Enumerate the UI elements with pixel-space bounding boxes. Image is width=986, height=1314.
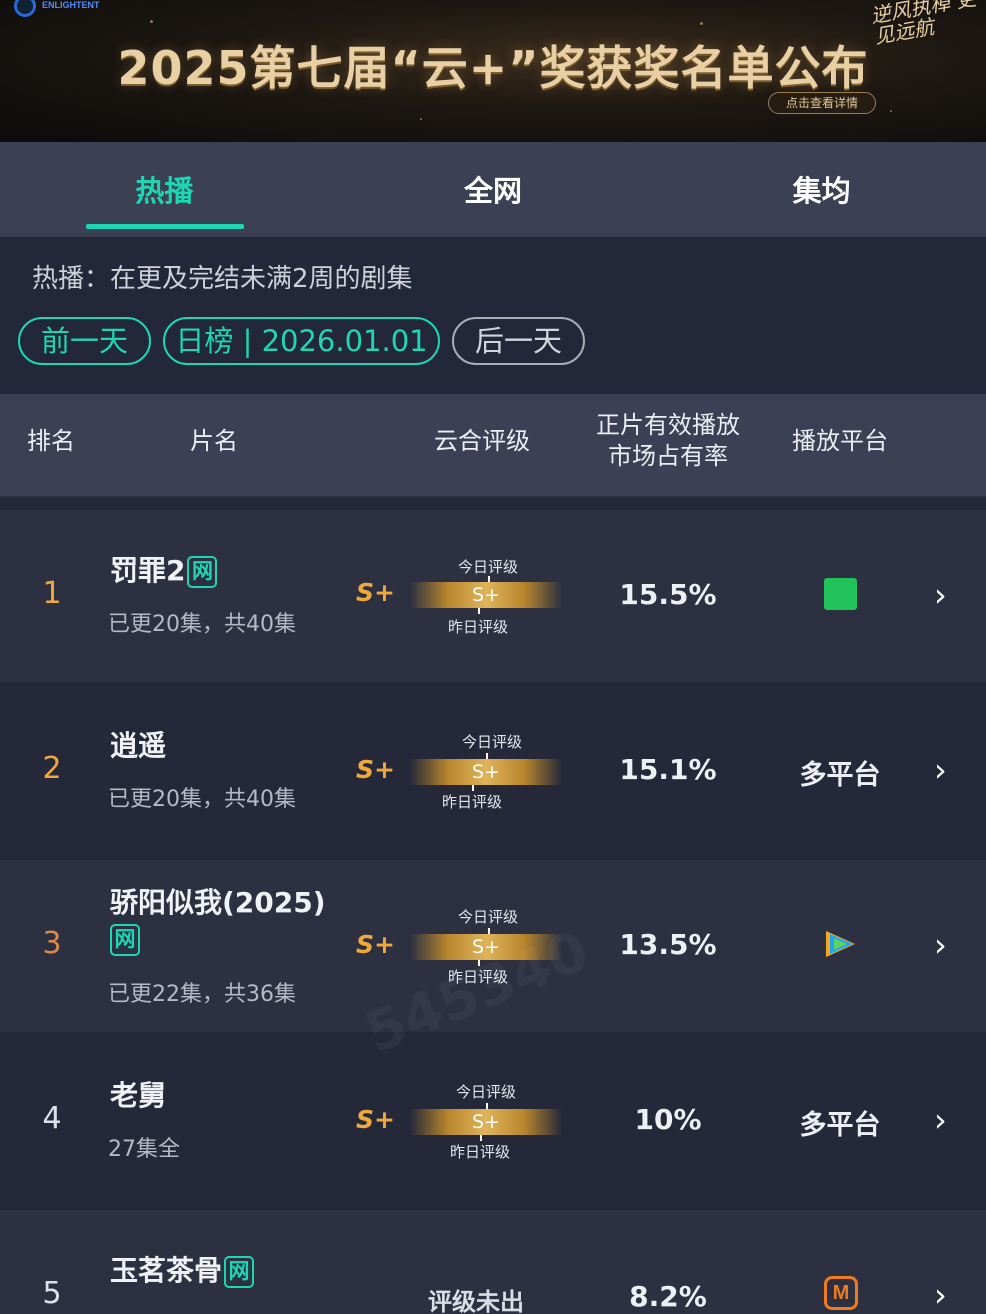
- bar-grade-text: S+: [472, 584, 500, 606]
- market-share: 13.5%: [619, 928, 717, 961]
- rank-number: 1: [42, 576, 62, 611]
- enlightent-logo: ENLIGHTENT: [14, 0, 100, 18]
- ranking-description: 热播：在更及完结未满2周的剧集: [32, 264, 413, 294]
- rating-gradient: S+: [410, 934, 562, 960]
- rank-number: 3: [42, 926, 62, 961]
- date-selector[interactable]: 日榜 | 2026.01.01: [163, 317, 440, 365]
- platform-label: 多平台: [799, 760, 881, 791]
- col-rating: 云合评级: [434, 427, 530, 455]
- next-day-button[interactable]: 后一天: [452, 317, 585, 365]
- show-title-text: 骄阳似我(2025): [110, 886, 326, 919]
- tab-per-episode[interactable]: 集均: [657, 142, 986, 237]
- rating-grade: S+: [356, 755, 395, 784]
- col-share-line1: 正片有效播放: [596, 411, 740, 439]
- tab-all-network[interactable]: 全网: [329, 142, 658, 237]
- banner-sparkle: [150, 20, 153, 23]
- episode-count: 已更22集，共36集: [108, 982, 296, 1007]
- rating-bar: 今日评级 S+ 昨日评级: [410, 908, 562, 986]
- table-row[interactable]: 5 玉茗茶骨网 评级未出 8.2% M ›: [0, 1210, 986, 1314]
- web-drama-badge: 网: [187, 556, 218, 588]
- table-row[interactable]: 4 老舅 27集全 S+ 今日评级 S+ 昨日评级 10% 多平台 ›: [0, 1035, 986, 1207]
- banner-title: 2025第七届“云+”奖获奖名单公布: [117, 41, 869, 95]
- tab-hot[interactable]: 热播: [0, 142, 329, 237]
- today-rating-label: 今日评级: [456, 1083, 517, 1101]
- market-share: 15.1%: [619, 753, 717, 786]
- yesterday-rating-label: 昨日评级: [448, 968, 509, 986]
- today-rating-label: 今日评级: [462, 733, 523, 751]
- rating-gradient: S+: [410, 582, 562, 608]
- chevron-right-icon[interactable]: ›: [934, 1101, 947, 1139]
- rating-bar: 今日评级 S+ 昨日评级: [410, 733, 562, 811]
- rank-number: 2: [42, 751, 62, 786]
- episode-count: 已更20集，共40集: [108, 612, 296, 637]
- episode-count: 已更20集，共40集: [108, 787, 296, 812]
- today-rating-label: 今日评级: [458, 558, 519, 576]
- bar-grade-text: S+: [472, 936, 500, 958]
- rating-bar: 今日评级 S+ 昨日评级: [410, 1083, 562, 1161]
- show-title[interactable]: 罚罪2 网: [110, 554, 218, 588]
- table-row[interactable]: 1 罚罪2 网 已更20集，共40集 S+ 今日评级 S+ 昨日评级 15.5% …: [0, 510, 986, 682]
- banner-sparkle: [420, 118, 422, 120]
- chevron-right-icon[interactable]: ›: [934, 1276, 947, 1314]
- banner-sparkle: [890, 110, 892, 112]
- web-drama-badge: 网: [224, 1256, 255, 1288]
- col-title: 片名: [190, 427, 238, 455]
- bar-grade-text: S+: [472, 761, 500, 783]
- show-title[interactable]: 老舅: [110, 1079, 166, 1113]
- logo-mark-icon: [14, 0, 36, 17]
- rating-gradient: S+: [410, 759, 562, 785]
- chevron-right-icon[interactable]: ›: [934, 926, 947, 964]
- ranking-tabs: 热播 全网 集均: [0, 142, 986, 237]
- show-title-text: 玉茗茶骨: [110, 1254, 223, 1287]
- table-row[interactable]: 2 逍遥 已更20集，共40集 S+ 今日评级 S+ 昨日评级 15.1% 多平…: [0, 685, 986, 857]
- logo-text: ENLIGHTENT: [42, 0, 100, 11]
- banner-sparkle: [700, 22, 703, 25]
- table-row[interactable]: 3 骄阳似我(2025) 网 已更22集，共36集 S+ 今日评级 S+ 昨日评级…: [0, 860, 986, 1032]
- rank-number: 4: [42, 1101, 62, 1136]
- market-share: 10%: [634, 1103, 702, 1136]
- yesterday-rating-label: 昨日评级: [448, 618, 509, 636]
- yesterday-rating-label: 昨日评级: [442, 793, 503, 811]
- rank-number: 5: [42, 1276, 62, 1311]
- show-title[interactable]: 骄阳似我(2025) 网: [110, 886, 340, 956]
- show-title-text: 罚罪2: [110, 554, 186, 587]
- rating-not-available: 评级未出: [428, 1288, 524, 1314]
- show-title[interactable]: 逍遥: [110, 729, 166, 763]
- promo-banner[interactable]: ENLIGHTENT 逆风执棹 更见远航 2025第七届“云+”奖获奖名单公布 …: [0, 0, 986, 142]
- rating-grade: S+: [356, 1105, 395, 1134]
- show-title[interactable]: 玉茗茶骨网: [110, 1254, 255, 1288]
- rating-grade: S+: [356, 930, 395, 959]
- rating-bar: 今日评级 S+ 昨日评级: [410, 558, 562, 636]
- today-rating-label: 今日评级: [458, 908, 519, 926]
- rating-gradient: S+: [410, 1109, 562, 1135]
- chevron-right-icon[interactable]: ›: [934, 576, 947, 614]
- market-share: 8.2%: [629, 1280, 707, 1313]
- platform-label: 多平台: [799, 1110, 881, 1141]
- bar-grade-text: S+: [472, 1111, 500, 1133]
- table-header: 排名 片名 云合评级 正片有效播放 市场占有率 播放平台: [0, 394, 986, 498]
- view-details-button[interactable]: 点击查看详情: [768, 92, 876, 114]
- rating-grade: S+: [356, 578, 395, 607]
- market-share: 15.5%: [619, 578, 717, 611]
- chevron-right-icon[interactable]: ›: [934, 751, 947, 789]
- col-platform: 播放平台: [792, 427, 888, 455]
- prev-day-button[interactable]: 前一天: [18, 317, 151, 365]
- iqiyi-icon: [824, 578, 857, 610]
- episode-count: 27集全: [108, 1137, 180, 1162]
- col-rank: 排名: [27, 427, 75, 455]
- col-share-line2: 市场占有率: [608, 442, 728, 470]
- tencent-video-icon: [826, 931, 855, 957]
- yesterday-rating-label: 昨日评级: [450, 1143, 511, 1161]
- mango-tv-icon: M: [824, 1276, 858, 1310]
- web-drama-badge: 网: [110, 924, 140, 956]
- yesterday-rating-marker: [478, 608, 480, 614]
